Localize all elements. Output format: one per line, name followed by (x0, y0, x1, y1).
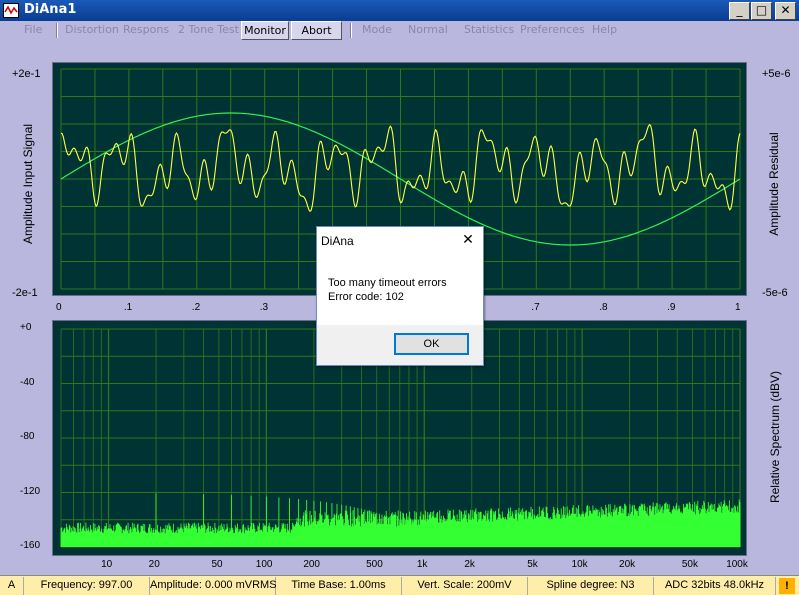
y-tick-label: -40 (20, 376, 35, 388)
x-tick-label: 10k (571, 559, 588, 570)
right-top-value: +5e-6 (762, 68, 791, 80)
title-bar[interactable]: DiAna1 _ □ ✕ (0, 0, 799, 21)
x-tick-label: .7 (531, 302, 540, 313)
dialog-error-code: Error code: 102 (328, 291, 404, 303)
spectrum-axis-label: Relative Spectrum (dBV) (768, 370, 782, 504)
close-button[interactable]: ✕ (775, 2, 796, 20)
minimize-button[interactable]: _ (729, 2, 750, 20)
x-tick-label: 50k (681, 559, 698, 570)
abort-button[interactable]: Abort (291, 21, 342, 40)
status-spline-degree: Spline degree: N3 (528, 577, 654, 595)
status-mode: A (0, 577, 24, 595)
x-tick-label: 1k (416, 559, 428, 570)
status-vert-scale: Vert. Scale: 200mV (402, 577, 528, 595)
menu-respons[interactable]: Respons (123, 23, 169, 36)
x-tick-label: 500 (366, 559, 383, 570)
y-tick-label: -160 (20, 540, 41, 551)
status-adc: ADC 32bits 48.0kHz (654, 577, 776, 595)
x-tick-label: 0 (56, 302, 62, 313)
menu-help[interactable]: Help (592, 23, 617, 36)
x-tick-label: 200 (303, 559, 320, 570)
warning-icon[interactable]: ! (779, 578, 795, 594)
residual-axis-label: Amplitude Residual (767, 132, 781, 236)
x-tick-label: 2k (464, 559, 475, 570)
menu-2-tone-test[interactable]: 2 Tone Test (178, 23, 239, 36)
app-window: DiAna1 _ □ ✕ File Distortion Respons 2 T… (0, 0, 799, 595)
status-frequency: Frequency: 997.00 (24, 577, 150, 595)
app-icon (3, 3, 19, 18)
monitor-button[interactable]: Monitor (241, 21, 289, 40)
x-tick-label: 5k (527, 559, 538, 570)
status-amplitude: Amplitude: 0.000 mVRMS (150, 577, 277, 595)
right-bottom-value: -5e-6 (762, 287, 788, 299)
x-tick-label: .9 (667, 302, 676, 313)
menu-file[interactable]: File (24, 23, 42, 36)
menu-mode[interactable]: Mode (362, 23, 392, 36)
x-tick-label: .2 (191, 302, 201, 313)
status-time-base: Time Base: 1.00ms (276, 577, 402, 595)
y-tick-label: +0 (20, 322, 32, 333)
x-tick-label: .1 (123, 302, 133, 313)
window-title: DiAna1 (24, 2, 77, 17)
status-bar: A Frequency: 997.00 Amplitude: 0.000 mVR… (0, 575, 799, 595)
dialog-message: Too many timeout errors (328, 277, 447, 289)
dialog-close-button[interactable]: ✕ (457, 230, 479, 250)
x-tick-label: 20k (619, 559, 636, 570)
x-tick-label: 100 (255, 559, 273, 570)
left-top-value: +2e-1 (12, 68, 41, 80)
maximize-button[interactable]: □ (751, 2, 772, 20)
x-tick-label: 1 (735, 302, 741, 313)
y-tick-label: -80 (20, 431, 35, 442)
x-tick-label: 100k (726, 559, 748, 570)
menu-separator (350, 23, 352, 38)
menu-preferences[interactable]: Preferences (520, 23, 585, 36)
menu-bar: File Distortion Respons 2 Tone Test Moni… (0, 21, 799, 40)
menu-distortion[interactable]: Distortion (65, 23, 119, 36)
x-tick-label: 20 (148, 559, 160, 570)
error-dialog: DiAna ✕ Too many timeout errors Error co… (316, 226, 484, 366)
menu-normal[interactable]: Normal (408, 23, 448, 36)
dialog-title: DiAna (321, 234, 354, 248)
x-tick-label: .3 (259, 302, 269, 313)
menu-statistics[interactable]: Statistics (464, 23, 514, 36)
y-tick-label: -120 (20, 485, 41, 497)
dialog-footer: OK (317, 325, 483, 365)
x-tick-label: 50 (211, 559, 223, 570)
input-axis-label: Amplitude Input Signal (21, 123, 35, 245)
menu-separator (56, 23, 58, 38)
x-tick-label: .8 (599, 302, 608, 313)
left-bottom-value: -2e-1 (12, 287, 38, 299)
ok-button[interactable]: OK (394, 333, 469, 355)
x-tick-label: 10 (101, 559, 113, 570)
